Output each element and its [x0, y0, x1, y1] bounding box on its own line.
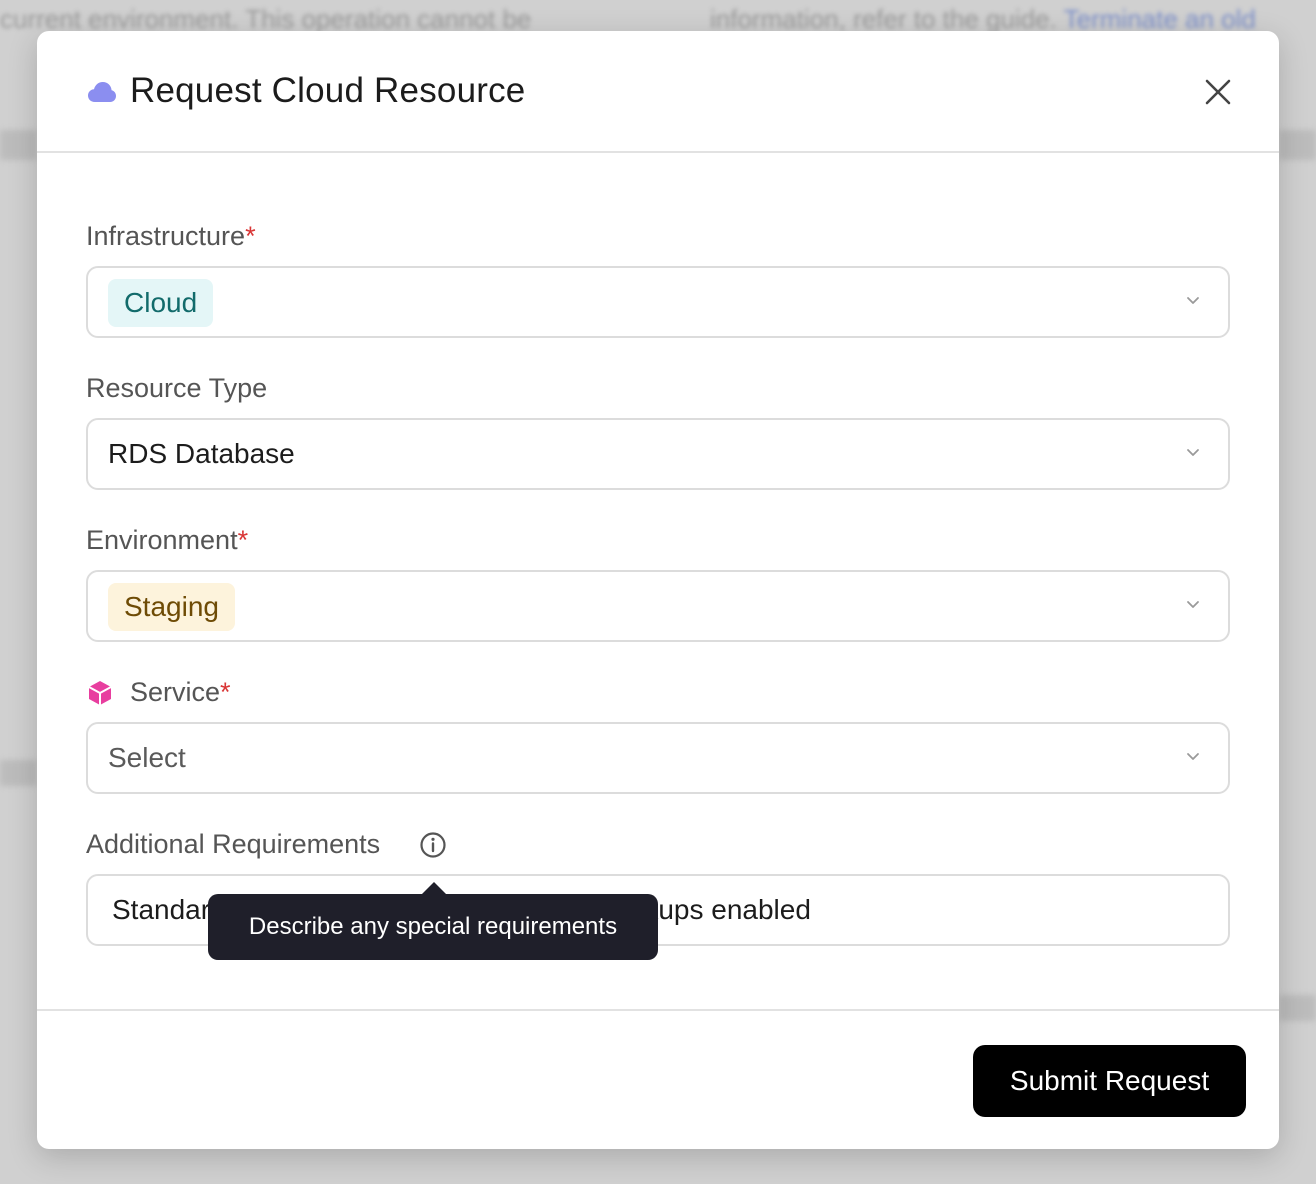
resource-type-label-text: Resource Type — [86, 373, 268, 403]
infrastructure-tag: Cloud — [108, 279, 214, 327]
dialog-header: Request Cloud Resource — [37, 31, 1279, 153]
additional-requirements-label: Additional Requirements — [86, 829, 380, 860]
additional-requirements-label-text: Additional Requirements — [86, 829, 381, 859]
required-marker: * — [237, 525, 249, 555]
info-icon[interactable] — [419, 831, 447, 859]
chevron-down-icon — [1187, 297, 1199, 304]
chevron-down-icon — [1187, 449, 1199, 456]
resource-type-value: RDS Database — [108, 438, 295, 469]
background-block — [0, 760, 37, 786]
service-label-text: Service — [130, 677, 221, 707]
environment-select[interactable]: Staging — [86, 570, 1230, 642]
environment-tag: Staging — [108, 583, 235, 631]
tooltip: Describe any special requirements — [208, 894, 658, 960]
close-icon — [1205, 79, 1231, 105]
resource-type-label: Resource Type — [86, 373, 267, 404]
close-button[interactable] — [1203, 77, 1233, 107]
cube-icon — [88, 681, 112, 705]
chevron-down-icon — [1187, 601, 1199, 608]
service-label: Service* — [130, 677, 231, 708]
cloud-icon — [88, 82, 116, 102]
infrastructure-label: Infrastructure* — [86, 221, 256, 252]
required-marker: * — [245, 221, 256, 251]
environment-label-text: Environment — [86, 525, 238, 555]
required-marker: * — [220, 677, 231, 707]
background-text-right-plain: information, refer to the guide. — [710, 4, 1057, 34]
service-select[interactable]: Select — [86, 722, 1230, 794]
infrastructure-label-text: Infrastructure — [86, 221, 246, 251]
dialog-footer: Submit Request — [37, 1009, 1279, 1149]
submit-request-button[interactable]: Submit Request — [973, 1045, 1246, 1117]
infrastructure-select[interactable]: Cloud — [86, 266, 1230, 338]
service-placeholder: Select — [108, 742, 186, 773]
request-resource-dialog: Request Cloud Resource Infrastructure* C… — [37, 31, 1279, 1149]
background-block — [1279, 995, 1316, 1021]
background-block — [0, 130, 37, 160]
chevron-down-icon — [1187, 753, 1199, 760]
dialog-title: Request Cloud Resource — [130, 71, 526, 110]
resource-type-select[interactable]: RDS Database — [86, 418, 1230, 490]
environment-label: Environment* — [86, 525, 248, 556]
background-block — [1279, 130, 1316, 160]
background-link: Terminate an old — [1063, 4, 1256, 34]
